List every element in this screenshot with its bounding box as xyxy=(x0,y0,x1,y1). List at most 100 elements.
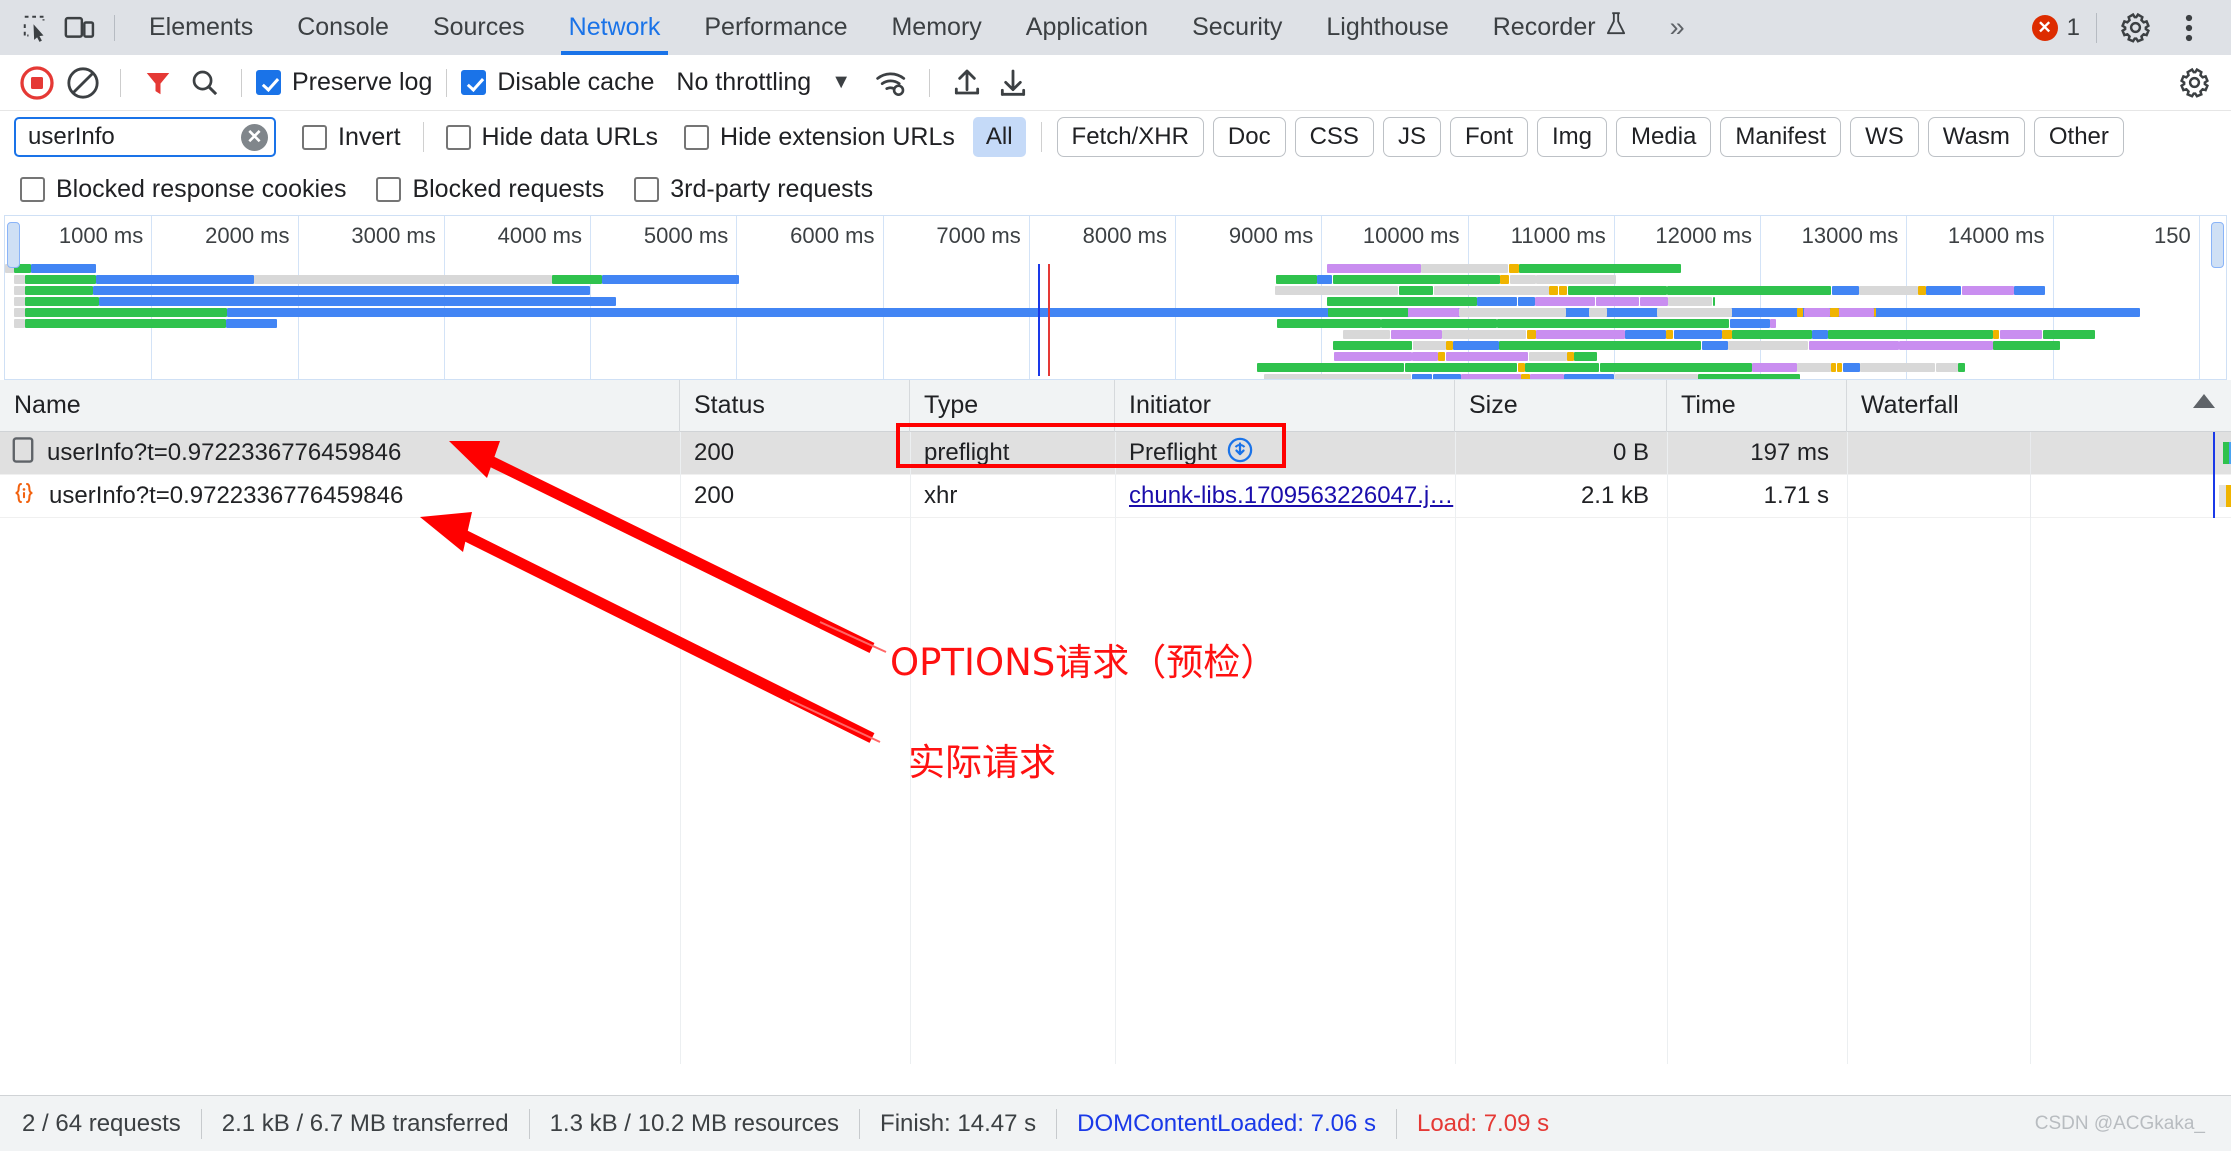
inspect-element-icon[interactable] xyxy=(14,6,58,50)
tab-lighthouse[interactable]: Lighthouse xyxy=(1304,0,1470,55)
overview-request-bar xyxy=(551,275,602,284)
type-filter-ws[interactable]: WS xyxy=(1850,117,1919,157)
column-header-time[interactable]: Time xyxy=(1667,379,1847,432)
tab-console[interactable]: Console xyxy=(275,0,411,55)
record-button-icon[interactable] xyxy=(14,60,60,106)
more-tabs-button[interactable]: » xyxy=(1650,12,1705,43)
request-name: userInfo?t=0.9722336776459846 xyxy=(47,439,402,466)
overview-request-bar xyxy=(1526,330,1536,339)
cell-name[interactable]: userInfo?t=0.9722336776459846 xyxy=(0,475,680,518)
tab-network[interactable]: Network xyxy=(547,0,683,55)
kebab-menu-icon[interactable] xyxy=(2167,6,2211,50)
error-count-badge[interactable]: ✕ 1 xyxy=(2031,14,2080,42)
overview-request-bar xyxy=(1333,352,1412,361)
request-name: userInfo?t=0.9722336776459846 xyxy=(49,482,404,509)
cell-name[interactable]: userInfo?t=0.9722336776459846 xyxy=(0,432,680,475)
hide-extension-urls-checkbox[interactable]: Hide extension URLs xyxy=(684,123,955,152)
chevron-down-icon[interactable]: ▼ xyxy=(831,71,851,94)
overview-left-handle[interactable] xyxy=(7,222,20,268)
network-requests-table: Name Status Type Initiator Size Time Wat… xyxy=(0,379,2231,1064)
initiator-link[interactable]: chunk-libs.1709563226047.j… xyxy=(1129,482,1453,510)
preserve-log-checkbox[interactable]: Preserve log xyxy=(256,68,432,97)
tab-performance[interactable]: Performance xyxy=(682,0,869,55)
gear-icon[interactable] xyxy=(2171,60,2217,106)
column-header-waterfall[interactable]: Waterfall xyxy=(1847,380,2231,432)
overview-request-bar xyxy=(13,286,26,295)
sort-ascending-icon[interactable] xyxy=(2193,393,2215,408)
status-load: Load: 7.09 s xyxy=(1416,1109,1550,1137)
clear-icon[interactable] xyxy=(60,60,106,106)
import-har-icon[interactable] xyxy=(944,60,990,106)
tab-memory[interactable]: Memory xyxy=(869,0,1003,55)
overview-request-bar xyxy=(1558,286,1568,295)
overview-tick-label: 11000 ms xyxy=(1510,223,1606,248)
overview-request-bar xyxy=(1639,297,1668,306)
invert-checkbox[interactable]: Invert xyxy=(302,123,401,152)
disable-cache-checkbox[interactable]: Disable cache xyxy=(461,68,654,97)
tab-sources[interactable]: Sources xyxy=(411,0,547,55)
cell-initiator[interactable]: chunk-libs.1709563226047.j… xyxy=(1115,475,1455,518)
overview-request-bar xyxy=(1497,319,1730,328)
cell-waterfall[interactable] xyxy=(1847,431,2231,475)
overview-request-bar xyxy=(25,308,228,317)
type-filter-font[interactable]: Font xyxy=(1449,117,1528,157)
type-filter-fetch-xhr[interactable]: Fetch/XHR xyxy=(1056,117,1204,157)
type-filter-media[interactable]: Media xyxy=(1616,117,1712,157)
overview-request-bar xyxy=(1625,330,1666,339)
network-overview-timeline[interactable]: 1000 ms 2000 ms 3000 ms 4000 ms 5000 ms 6000 … xyxy=(4,215,2227,380)
type-filter-other[interactable]: Other xyxy=(2033,117,2124,157)
gear-icon[interactable] xyxy=(2113,6,2157,50)
toolbar-divider xyxy=(928,68,930,97)
tab-application[interactable]: Application xyxy=(1004,0,1170,55)
overview-right-handle[interactable] xyxy=(2211,222,2224,268)
blocked-response-cookies-checkbox[interactable]: Blocked response cookies xyxy=(20,175,346,204)
column-header-name[interactable]: Name xyxy=(0,379,680,432)
cell-waterfall[interactable] xyxy=(1847,474,2231,518)
tab-recorder[interactable]: Recorder xyxy=(1471,0,1650,55)
filter-input-wrapper[interactable]: ✕ xyxy=(14,117,276,157)
status-resources: 1.3 kB / 10.2 MB resources xyxy=(549,1109,840,1137)
third-party-requests-checkbox[interactable]: 3rd-party requests xyxy=(634,175,873,204)
clear-input-icon[interactable]: ✕ xyxy=(241,123,268,151)
filter-row: ✕ Invert Hide data URLs Hide extension U… xyxy=(0,111,2231,163)
export-har-icon[interactable] xyxy=(990,60,1036,106)
device-toolbar-icon[interactable] xyxy=(58,6,102,50)
overview-request-bar xyxy=(1803,308,1830,317)
overview-request-bar xyxy=(1770,319,1777,328)
tab-security[interactable]: Security xyxy=(1170,0,1304,55)
filter-icon[interactable] xyxy=(135,60,181,106)
overview-request-bar xyxy=(1274,286,1399,295)
preflight-circular-arrow-icon[interactable] xyxy=(1227,437,1253,470)
overview-request-bar xyxy=(1732,308,1770,317)
flask-icon xyxy=(1604,11,1628,44)
overview-tick-label: 2000 ms xyxy=(205,223,290,248)
type-filter-js[interactable]: JS xyxy=(1382,117,1441,157)
type-filter-manifest[interactable]: Manifest xyxy=(1720,117,1842,157)
type-filter-all[interactable]: All xyxy=(972,117,1026,157)
overview-request-bar xyxy=(1599,363,1752,372)
column-header-status[interactable]: Status xyxy=(680,379,910,432)
overview-request-bar xyxy=(1412,341,1446,350)
overview-request-bar xyxy=(1567,286,1667,295)
devtools-window: Elements Console Sources Network Perform… xyxy=(0,0,2231,1151)
overview-request-bar xyxy=(1412,352,1438,361)
tab-elements[interactable]: Elements xyxy=(127,0,275,55)
network-conditions-icon[interactable] xyxy=(869,60,915,106)
type-filter-img[interactable]: Img xyxy=(1537,117,1608,157)
column-header-waterfall-label: Waterfall xyxy=(1861,391,1959,419)
blocked-requests-checkbox[interactable]: Blocked requests xyxy=(376,175,604,204)
type-filter-wasm[interactable]: Wasm xyxy=(1927,117,2025,157)
search-icon[interactable] xyxy=(181,60,227,106)
column-header-size[interactable]: Size xyxy=(1455,379,1667,432)
table-header-row: Name Status Type Initiator Size Time Wat… xyxy=(0,379,2231,432)
type-filter-css[interactable]: CSS xyxy=(1294,117,1374,157)
cell-type: xhr xyxy=(924,482,958,509)
overview-request-bar xyxy=(1453,341,1499,350)
hide-data-urls-checkbox[interactable]: Hide data URLs xyxy=(445,123,658,152)
throttling-select[interactable]: No throttling xyxy=(676,68,811,97)
column-header-initiator[interactable]: Initiator xyxy=(1115,379,1455,432)
overview-request-bar xyxy=(1673,330,1722,339)
type-filter-doc[interactable]: Doc xyxy=(1212,117,1286,157)
search-input[interactable] xyxy=(28,123,241,151)
column-header-type[interactable]: Type xyxy=(910,379,1115,432)
